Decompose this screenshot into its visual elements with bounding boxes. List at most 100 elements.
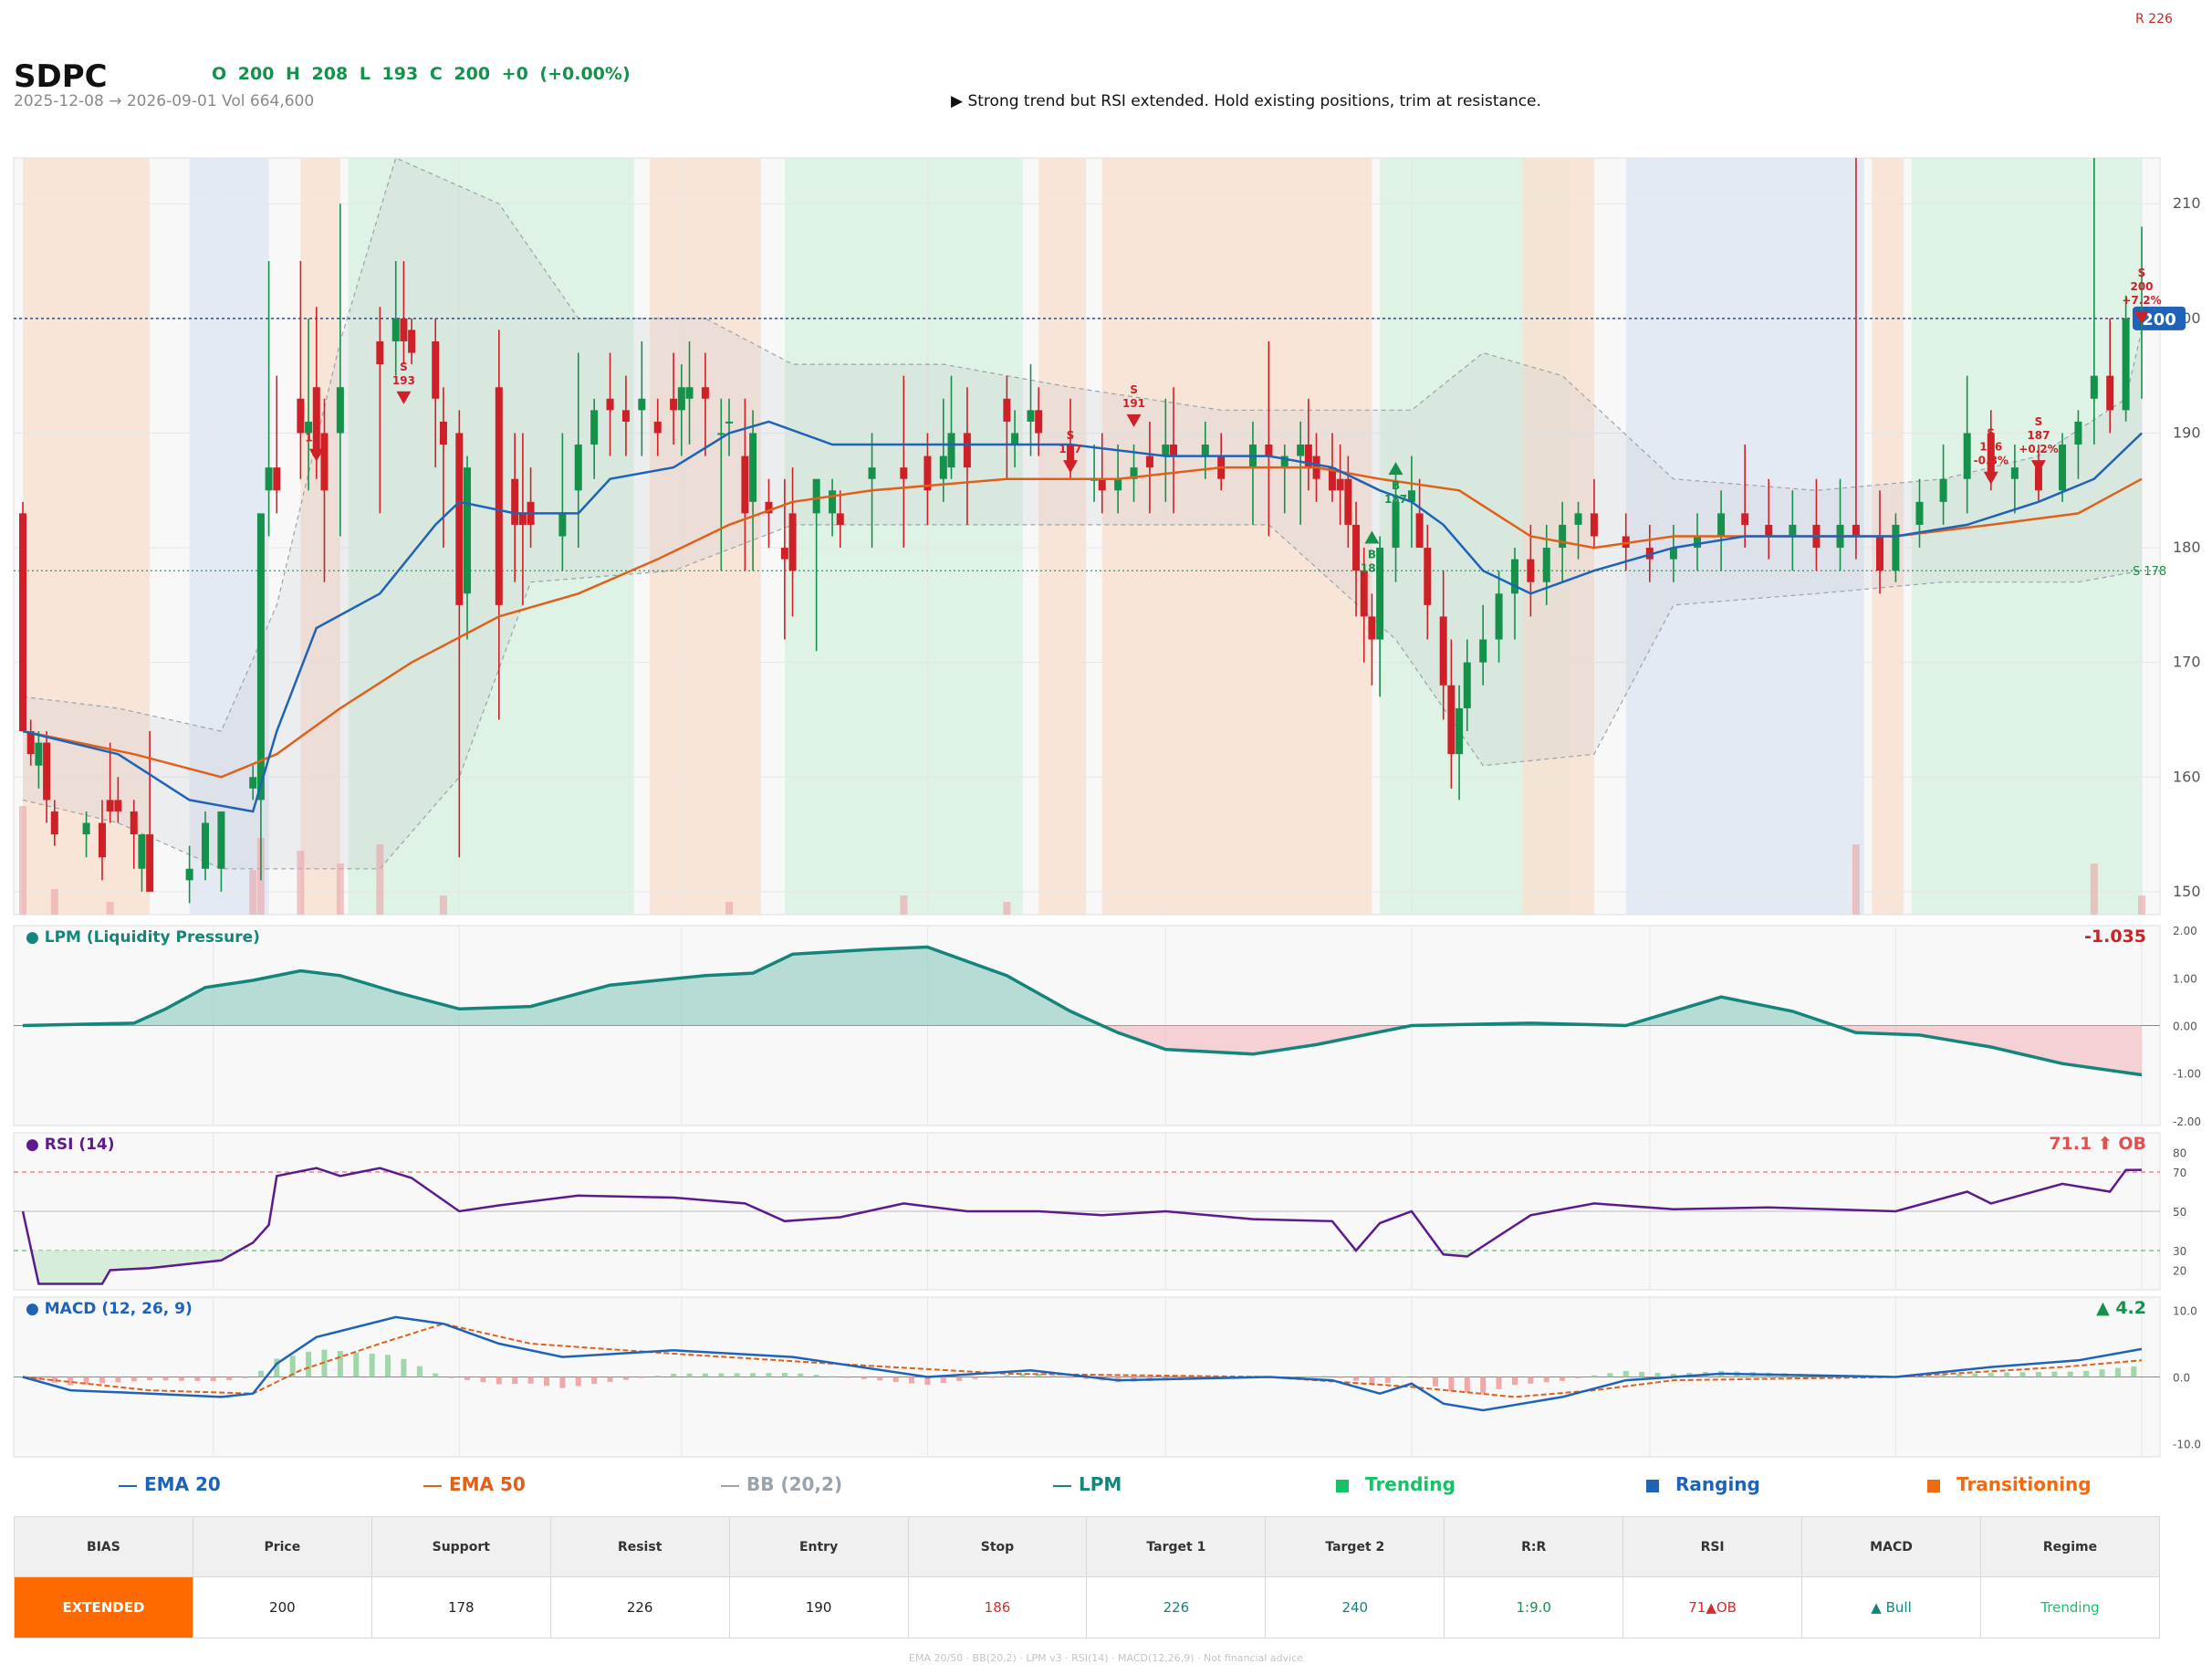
y-tick-label: 0.00 (2173, 1021, 2197, 1033)
candle-body (495, 387, 503, 605)
summary-header: Price (192, 1516, 372, 1577)
signal-label: 191 (1122, 397, 1145, 410)
macd-histogram-bar (2083, 1370, 2090, 1377)
y-tick-label: -2.00 (2173, 1115, 2201, 1128)
candle-body (741, 455, 749, 514)
macd-histogram-bar (1988, 1372, 1994, 1377)
signal-label: 181 (1361, 562, 1383, 575)
candle-body (400, 318, 408, 341)
candle-body (2074, 421, 2082, 445)
candle-body (217, 811, 225, 869)
summary-value: 1:9.0 (1444, 1576, 1624, 1638)
chart-canvas: Jan '26Feb '26Mar '26Apr '26May '26Jun '… (13, 157, 2201, 1471)
signal-label: B (1392, 479, 1400, 492)
macd-histogram-bar (1956, 1374, 1962, 1377)
macd-histogram-bar (1384, 1377, 1391, 1383)
macd-histogram-bar (1480, 1377, 1487, 1394)
legend-ema20-label: EMA 20 (144, 1473, 221, 1495)
candle-body (685, 387, 694, 399)
candle-body (1939, 478, 1947, 502)
candle-body (1447, 685, 1456, 755)
volume-bar (1003, 902, 1011, 915)
macd-histogram-bar (1528, 1377, 1534, 1384)
candle-body (717, 433, 725, 435)
candle-body (138, 834, 146, 869)
summary-value: 226 (1086, 1576, 1267, 1638)
macd-value: ▲ 4.2 (2096, 1298, 2146, 1318)
candle-body (1559, 524, 1567, 549)
candle-body (1439, 616, 1447, 686)
volume-bar (106, 902, 114, 915)
signal-label: +7.2% (2122, 294, 2161, 307)
macd-histogram-bar (130, 1377, 137, 1382)
candle-body (1170, 445, 1178, 456)
candle-body (1495, 593, 1503, 640)
candle-body (50, 811, 58, 835)
macd-histogram-bar (1433, 1377, 1438, 1387)
macd-histogram-bar (622, 1377, 629, 1380)
candle-body (265, 467, 273, 491)
candle-body (185, 868, 193, 881)
candle-body (1765, 524, 1773, 537)
candle-body (1876, 536, 1884, 571)
signal-label: S (312, 418, 320, 431)
macd-histogram-bar (115, 1377, 121, 1383)
candle-body (432, 340, 440, 399)
candle-body (1027, 410, 1035, 422)
candle-body (2010, 467, 2019, 479)
macd-histogram-bar (924, 1377, 931, 1386)
candle-body (947, 433, 955, 468)
y-tick-label: 170 (2173, 654, 2201, 671)
candle-body (273, 467, 281, 491)
candle-body (1789, 524, 1797, 537)
y-tick-label: 190 (2173, 424, 2201, 441)
candle-body (1479, 639, 1487, 663)
candle-body (256, 513, 265, 801)
candle-body (1574, 513, 1582, 525)
summary-header: Stop (907, 1516, 1088, 1577)
candle-body (1456, 707, 1464, 755)
macd-histogram-bar (401, 1358, 407, 1377)
summary-value-row: EXTENDED 200 178 226 190 186 226 240 1:9… (14, 1576, 2161, 1638)
y-tick-label: 150 (2173, 883, 2201, 900)
macd-histogram-bar (2019, 1372, 2026, 1377)
candle-body (455, 433, 464, 605)
macd-histogram-bar (2114, 1367, 2121, 1377)
signal-label: 187 (1059, 443, 1081, 455)
candle-body (638, 398, 646, 411)
macd-histogram-bar (1575, 1377, 1581, 1378)
volume-bar (725, 902, 733, 915)
summary-value: 226 (549, 1576, 730, 1638)
candle-body (836, 513, 844, 525)
candle-body (1162, 445, 1170, 456)
legend-ema20: EMA 20 (119, 1473, 221, 1495)
candle-body (900, 467, 908, 479)
candle-body (1265, 445, 1273, 456)
candle-body (1114, 478, 1122, 491)
macd-histogram-bar (1940, 1375, 1946, 1377)
macd-histogram-bar (607, 1377, 613, 1382)
summary-header: Regime (1979, 1516, 2161, 1577)
macd-histogram-bar (2131, 1366, 2137, 1377)
macd-histogram-bar (162, 1377, 169, 1381)
macd-histogram-bar (1321, 1376, 1328, 1377)
legend-trending: Trending (1336, 1473, 1456, 1495)
legend-ema50-label: EMA 50 (449, 1473, 526, 1495)
candle-body (701, 387, 709, 399)
candle-body (2090, 375, 2098, 399)
macd-histogram-bar (2067, 1371, 2073, 1377)
legend-square-icon (1927, 1479, 1940, 1492)
macd-histogram-bar (1416, 1377, 1423, 1378)
legend-transitioning-label: Transitioning (1956, 1473, 2092, 1495)
candle-body (1392, 501, 1400, 549)
volume-bar (297, 851, 305, 915)
macd-histogram-bar (781, 1373, 788, 1377)
rsi-value: 71.1 ⬆ OB (2049, 1134, 2146, 1154)
macd-histogram-bar (2004, 1372, 2010, 1377)
candle-body (391, 318, 400, 341)
candle-body (1590, 513, 1598, 537)
y-tick-label: 210 (2173, 194, 2201, 212)
candle-body (1510, 559, 1518, 594)
macd-histogram-bar (1353, 1377, 1360, 1381)
macd-title: ● MACD (12, 26, 9) (26, 1300, 193, 1318)
